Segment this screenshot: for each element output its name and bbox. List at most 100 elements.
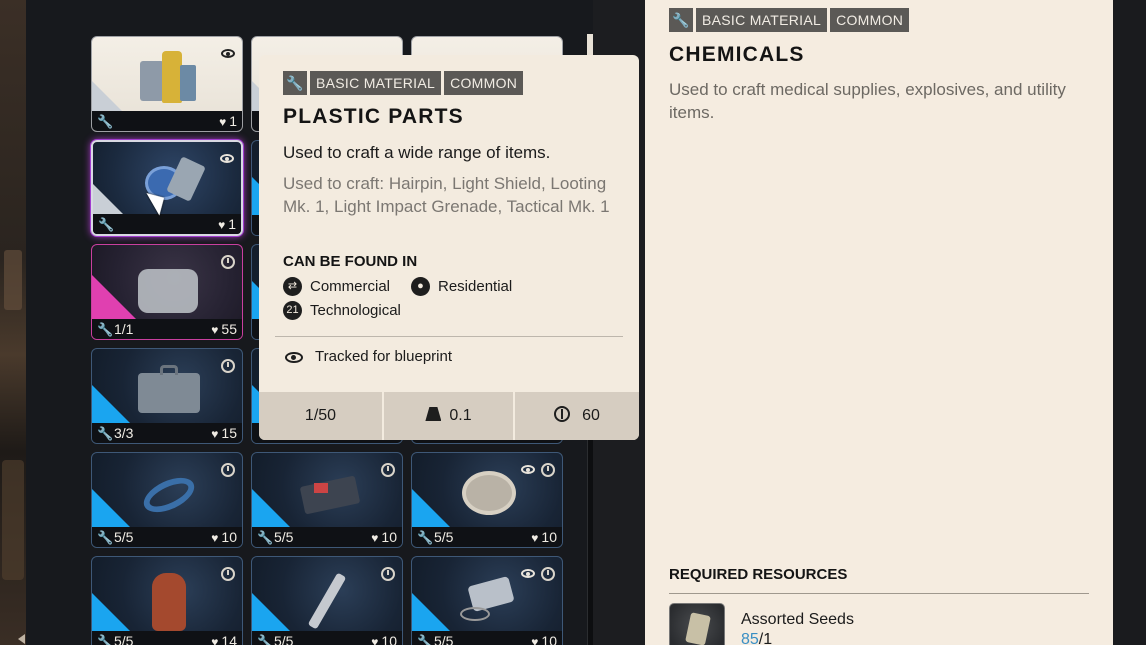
resource-count: 10 [221,529,237,545]
clock-icon [221,463,235,477]
wrench-icon: 🔧 [669,8,693,32]
item-card[interactable]: 🔧 5/5 ♥ 10 [91,452,243,548]
technological-icon: 21 [283,301,302,320]
wrench-icon: 🔧 [98,217,115,232]
clock-icon [221,359,235,373]
commercial-icon: ⇄ [283,277,302,296]
item-card-footer: 🔧 5/5 ♥ 10 [412,527,562,547]
resource-value: ♥ 14 [211,633,237,645]
coin-icon [554,406,571,422]
item-count: 5/5 [274,633,294,645]
seed-icon: ♥ [211,427,219,441]
resource-value: ♥ 1 [219,113,237,129]
resource-value: ♥ 10 [371,633,397,645]
resource-count: 14 [221,633,237,645]
clock-icon [381,567,395,581]
panel-description: Used to craft medical supplies, explosiv… [669,80,1066,122]
item-card-footer: 🔧 ♥ 1 [93,214,241,234]
weight-icon [425,407,442,421]
eye-icon [221,49,235,58]
item-image [452,567,524,629]
item-card[interactable]: 🔧 3/3 ♥ 15 [91,348,243,444]
item-image [132,567,204,631]
resource-count: 15 [221,425,237,441]
resource-value: ♥ 10 [371,529,397,545]
item-card-footer: 🔧 5/5 ♥ 10 [412,631,562,645]
clock-icon [541,567,555,581]
resource-count: 1 [228,216,236,232]
item-image [292,567,364,630]
resource-value: ♥ 10 [211,529,237,545]
resource-count: 10 [541,633,557,645]
resource-count: 55 [221,321,237,337]
clock-icon [221,255,235,269]
eye-icon [521,465,535,474]
resource-value: ♥ 10 [531,633,557,645]
item-card-footer: 🔧 5/5 ♥ 10 [252,527,402,547]
item-count: 5/5 [274,529,294,545]
collapse-arrow-icon[interactable] [18,634,25,644]
item-card[interactable]: 🔧 5/5 ♥ 10 [411,556,563,645]
resource-count: 10 [381,633,397,645]
item-card-footer: 🔧 5/5 ♥ 14 [92,631,242,645]
clock-icon [221,567,235,581]
item-count: 3/3 [114,425,134,441]
panel-tags: 🔧 BASIC MATERIAL COMMON [669,8,912,32]
item-card[interactable]: 🔧 5/5 ♥ 14 [91,556,243,645]
rarity-tag: COMMON [830,8,910,32]
weight-stat: 0.1 [384,392,513,440]
location-residential: ● Residential [411,277,512,296]
required-divider [669,593,1089,594]
value-stat: 60 [515,392,639,440]
item-card[interactable]: 🔧 ♥ 1 [91,140,243,236]
item-count: 5/5 [434,633,454,645]
rarity-tag: COMMON [444,71,524,95]
category-tag: BASIC MATERIAL [310,71,442,95]
item-image [132,255,204,317]
item-card[interactable]: 🔧 5/5 ♥ 10 [411,452,563,548]
item-image [132,463,204,525]
resource-value: ♥ 1 [218,216,236,232]
clock-icon [381,463,395,477]
wrench-icon: 🔧 [283,71,307,95]
clock-icon [541,463,555,477]
wrench-icon: 🔧 [97,114,114,129]
item-card-footer: 🔧 ♥ 1 [92,111,242,131]
resource-quantity: 85/1 [741,631,773,645]
item-count: 1/1 [114,321,134,337]
resource-count: 1 [229,113,237,129]
item-card[interactable]: 🔧 5/5 ♥ 10 [251,556,403,645]
item-image [132,359,204,421]
item-stats: 1/50 0.1 60 [259,392,639,440]
wrench-icon: 🔧 [97,426,114,441]
wrench-icon: 🔧 [97,634,114,645]
wrench-icon: 🔧 [417,634,434,645]
residential-icon: ● [411,277,430,296]
wrench-icon: 🔧 [257,530,274,545]
found-in-heading: CAN BE FOUND IN [283,253,418,270]
resource-count: 10 [381,529,397,545]
resource-count: 10 [541,529,557,545]
wrench-icon: 🔧 [417,530,434,545]
item-card-footer: 🔧 3/3 ♥ 15 [92,423,242,443]
resource-value: ♥ 15 [211,425,237,441]
seed-icon: ♥ [218,218,226,232]
required-resources-heading: REQUIRED RESOURCES [669,566,848,583]
wrench-icon: 🔧 [97,322,114,337]
item-image [133,152,206,214]
location-technological: 21 Technological [283,301,401,320]
seed-icon: ♥ [371,635,379,645]
seed-icon: ♥ [211,323,219,337]
item-count: 5/5 [114,633,134,645]
item-card-footer: 🔧 5/5 ♥ 10 [252,631,402,645]
craft-uses: Used to craft: Hairpin, Light Shield, Lo… [283,174,610,216]
item-card[interactable]: 🔧 5/5 ♥ 10 [251,452,403,548]
seed-icon: ♥ [371,531,379,545]
item-card[interactable]: 🔧 ♥ 1 [91,36,243,132]
eye-icon [285,351,303,363]
item-count: 5/5 [114,529,134,545]
item-title: PLASTIC PARTS [283,105,464,128]
resource-thumbnail[interactable] [669,603,725,645]
resource-value: ♥ 10 [531,529,557,545]
item-card[interactable]: 🔧 1/1 ♥ 55 [91,244,243,340]
